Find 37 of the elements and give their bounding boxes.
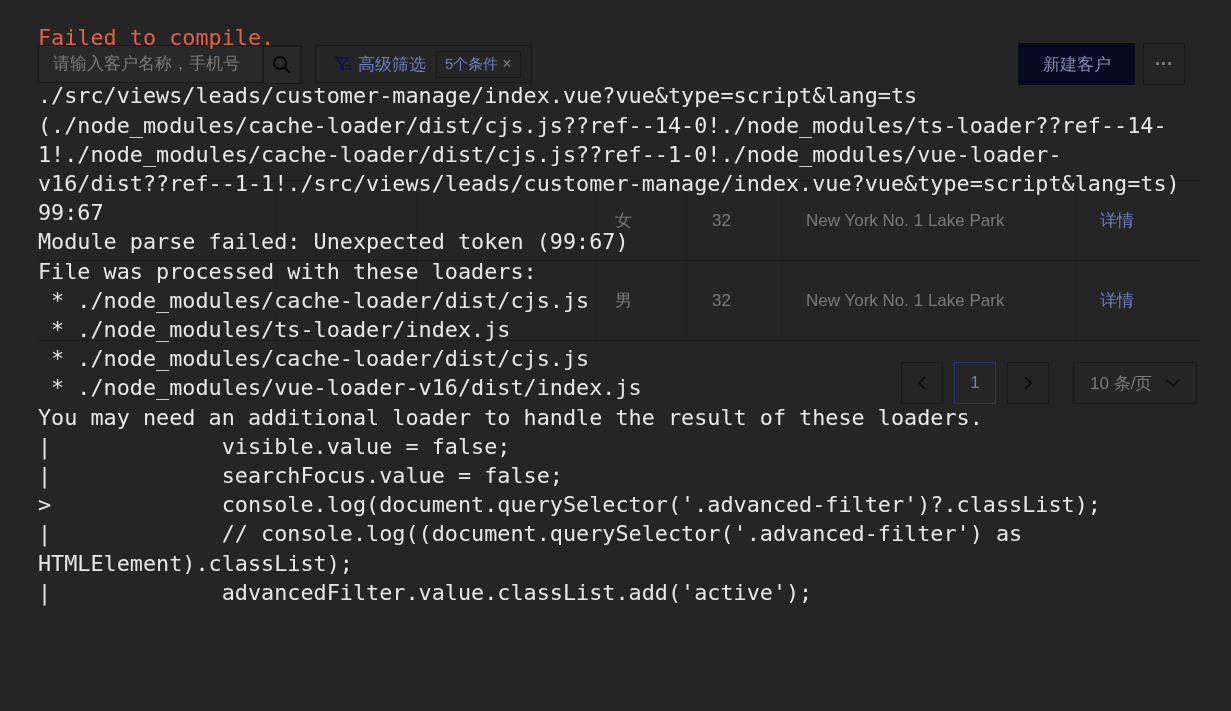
filter-icon — [334, 55, 352, 73]
filter-button[interactable]: 高级筛选 — [334, 52, 426, 76]
error-line: * ./node_modules/cache-loader/dist/cjs.js — [50, 286, 590, 315]
error-line: | // console.log((document.querySelector('.advanced-filter') as — [38, 520, 1023, 549]
error-line: | searchFocus.value = false; — [38, 462, 563, 491]
table-cell: New York No. 1 Lake Park — [806, 210, 1005, 231]
page-size-select[interactable]: 10 条/页 — [1073, 362, 1197, 404]
error-line: ./src/views/leads/customer-manage/index.vue?vue&type=script&lang=ts — [38, 82, 918, 111]
chevron-right-icon — [1023, 376, 1033, 390]
tag-label: 5个条件 — [445, 54, 499, 74]
chevron-left-icon — [917, 376, 927, 390]
new-customer-button[interactable]: 新建客户 — [1018, 43, 1135, 85]
error-line: 1!./node_modules/cache-loader/dist/cjs.js??ref--1-0!./node_modules/vue-loader- — [38, 140, 1062, 169]
error-line: * ./node_modules/vue-loader-v16/dist/index.js — [50, 374, 642, 403]
caret-icon — [1166, 379, 1181, 387]
details-link[interactable]: 详情 — [1100, 209, 1134, 232]
error-line: (./node_modules/cache-loader/dist/cjs.js??ref--14-0!./node_modules/ts-loader??ref--14- — [38, 111, 1167, 140]
next-page-button[interactable] — [1007, 362, 1049, 404]
error-line: 99:67 — [38, 199, 104, 228]
more-button[interactable]: ··· — [1143, 43, 1185, 85]
error-line: File was processed with these loaders: — [38, 257, 537, 286]
error-line: HTMLElement).classList); — [38, 549, 353, 578]
table-cell: New York No. 1 Lake Park — [806, 290, 1005, 311]
error-line: * ./node_modules/ts-loader/index.js — [50, 316, 511, 344]
error-line: v16/dist??ref--1-1!./src/views/leads/customer-manage/index.vue?vue&type=script&lang=ts) — [38, 170, 1180, 198]
table-cell: 32 — [712, 290, 731, 311]
error-line: You may need an additional loader to handle the result of these loaders. — [38, 403, 983, 432]
error-line: | advancedFilter.value.classList.add('active'); — [38, 578, 813, 608]
close-icon[interactable]: × — [502, 55, 512, 73]
error-line: | visible.value = false; — [38, 432, 511, 462]
prev-page-button[interactable] — [901, 362, 943, 404]
page-button[interactable]: 1 — [954, 362, 996, 404]
details-link[interactable]: 详情 — [1100, 289, 1134, 312]
error-line: > console.log(document.querySelector('.advanced-filter')?.classList); — [38, 491, 1101, 520]
error-line: * ./node_modules/cache-loader/dist/cjs.js — [50, 345, 590, 374]
table-cell-text: 男 — [615, 290, 632, 312]
table-cell: 32 — [712, 210, 731, 231]
